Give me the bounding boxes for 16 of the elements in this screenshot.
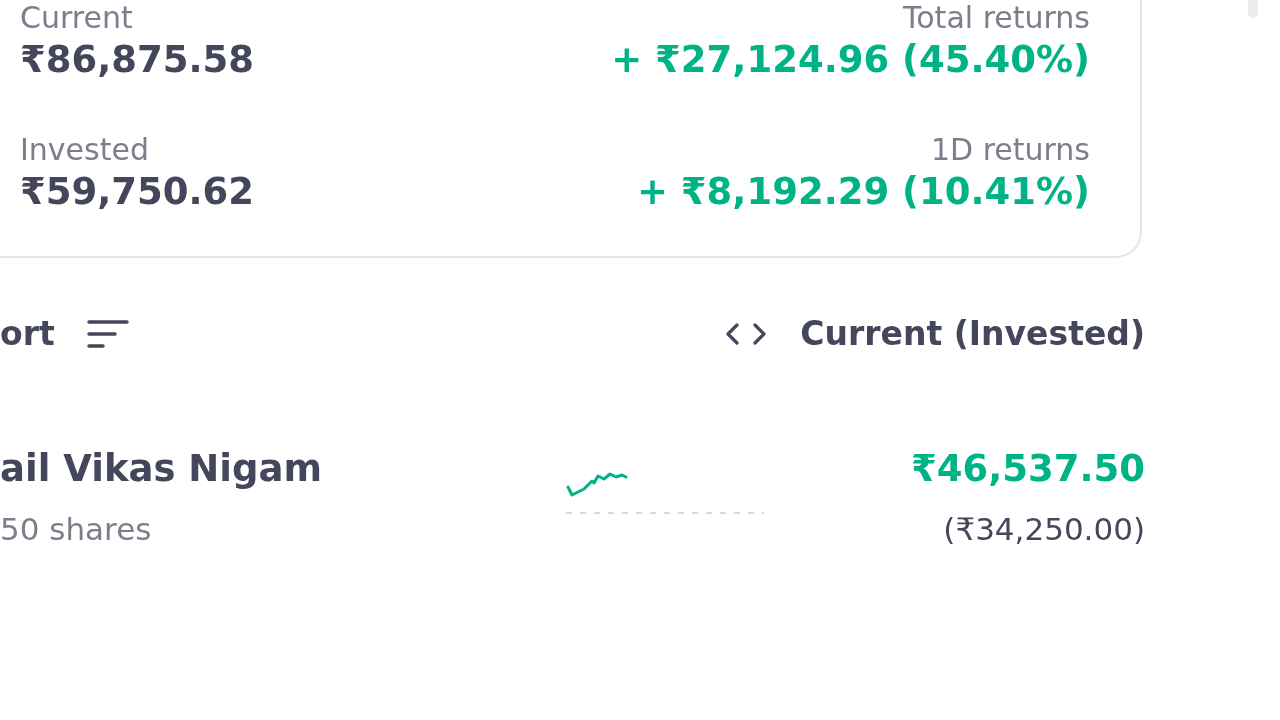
code-brackets-icon[interactable] bbox=[726, 321, 767, 346]
day-returns-value: + ₹8,192.29 (10.41%) bbox=[637, 169, 1090, 215]
column-toggle[interactable]: Current (Invested) bbox=[800, 314, 1145, 353]
sort-icon[interactable] bbox=[86, 318, 129, 349]
current-value: ₹46,537.50 bbox=[910, 446, 1145, 492]
day-returns-label: 1D returns bbox=[930, 132, 1090, 168]
total-returns-value: + ₹27,124.96 (45.40%) bbox=[611, 37, 1090, 83]
stock-name[interactable]: ail Vikas Nigam bbox=[0, 445, 566, 493]
total-returns-label: Total returns bbox=[903, 0, 1090, 36]
sort-button[interactable]: ort bbox=[0, 314, 55, 353]
current-value: ₹86,875.58 bbox=[20, 37, 256, 83]
current-label: Current bbox=[20, 0, 134, 36]
invested-value: ₹59,750.62 bbox=[20, 169, 256, 215]
invested-label: Invested bbox=[20, 132, 150, 168]
invested-value: (₹34,250.00) bbox=[943, 510, 1145, 549]
share-count: 50 shares bbox=[0, 510, 153, 549]
